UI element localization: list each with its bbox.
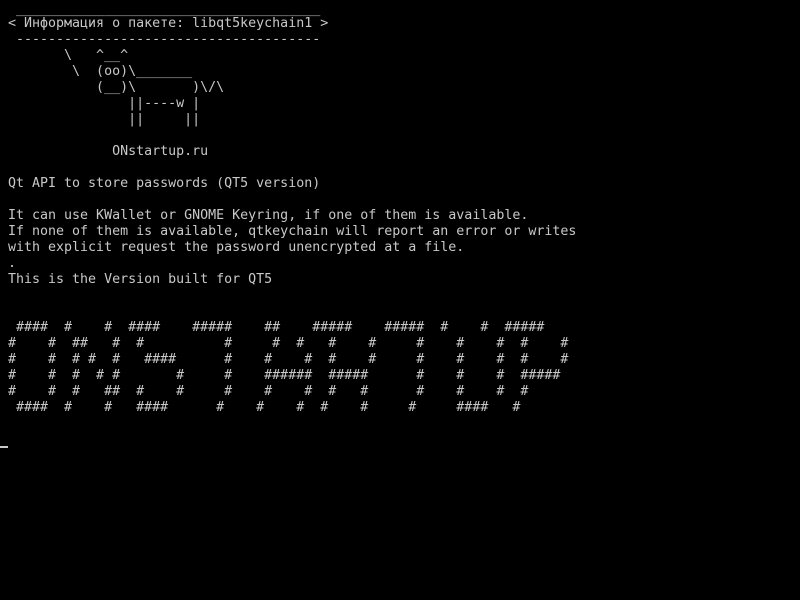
cow-art-line: \ (oo)\_______ (8, 64, 193, 79)
cow-art-line: \ ^__^ (8, 48, 129, 63)
banner-line: # # # # # #### # # # # # # # # # # (8, 352, 569, 367)
header-rule-bottom: -------------------------------------- (8, 32, 321, 47)
cow-art-line: ||----w | (8, 96, 201, 111)
banner-line: #### # # #### # # # # # # #### # (8, 400, 521, 415)
description-line: . (8, 256, 17, 271)
banner-line: # # # ## # # # # # # # # # # # (8, 384, 529, 399)
banner-line: # # ## # # # # # # # # # # # # (8, 336, 569, 351)
package-summary: Qt API to store passwords (QT5 version) (8, 176, 321, 191)
site-credit: ONstartup.ru (8, 144, 209, 159)
banner-line: # # # # # # # ###### ##### # # # ##### (8, 368, 561, 383)
banner-line: #### # # #### ##### ## ##### ##### # # #… (8, 320, 545, 335)
text-cursor (0, 446, 8, 448)
description-line: It can use KWallet or GNOME Keyring, if … (8, 208, 529, 223)
terminal-screen: ______________________________________ <… (0, 0, 800, 600)
package-info-title: < Информация о пакете: libqt5keychain1 > (8, 16, 329, 31)
description-line: This is the Version built for QT5 (8, 272, 273, 287)
cow-art-line: || || (8, 112, 201, 127)
cow-art-line: (__)\ )\/\ (8, 80, 225, 95)
description-line: If none of them is available, qtkeychain… (8, 224, 577, 239)
description-line: with explicit request the password unenc… (8, 240, 465, 255)
